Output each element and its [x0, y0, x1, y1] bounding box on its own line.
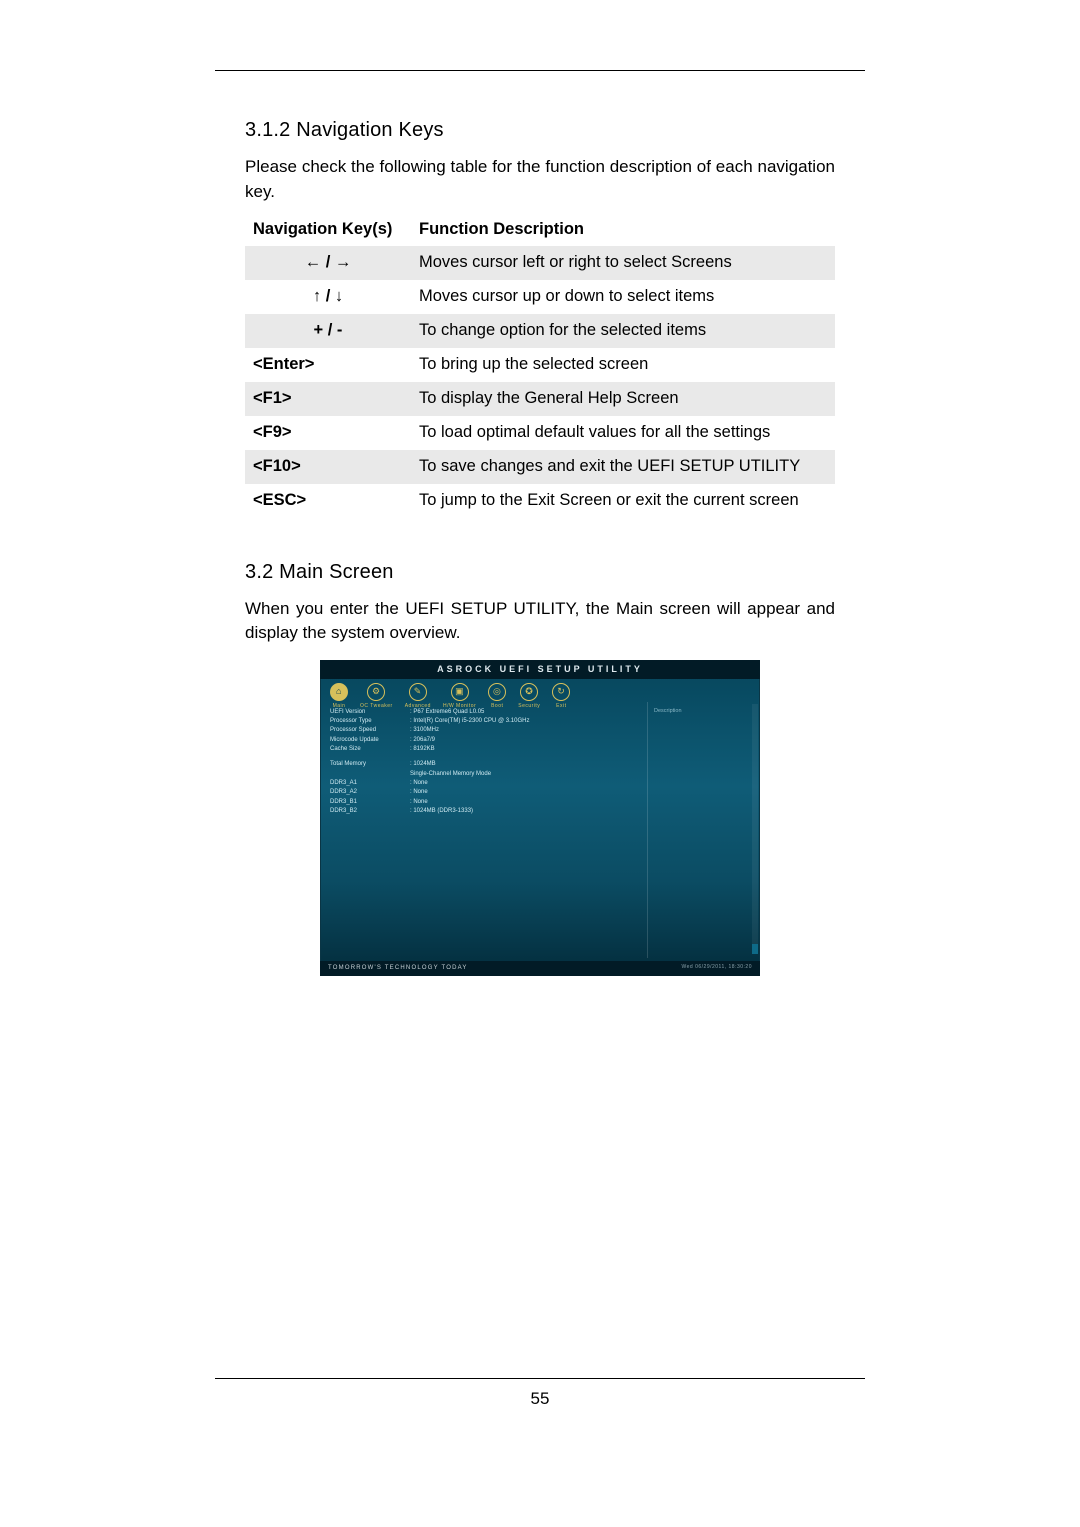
uefi-scrollbar	[752, 704, 758, 954]
uefi-info-row: Processor Type: Intel(R) Core(TM) i5-230…	[330, 717, 637, 726]
nav-key-cell: <F10>	[245, 450, 411, 484]
uefi-info-row: Microcode Update: 206a7/9	[330, 736, 637, 745]
nav-key-cell: <ESC>	[245, 484, 411, 518]
nav-desc-cell: Moves cursor left or right to select Scr…	[411, 246, 835, 280]
nav-desc-cell: To load optimal default values for all t…	[411, 416, 835, 450]
uefi-right-desc: Description	[654, 708, 754, 716]
nav-desc-cell: To display the General Help Screen	[411, 382, 835, 416]
uefi-info-row: Total Memory: 1024MB	[330, 760, 637, 769]
nav-key-cell: ↑ / ↓	[245, 280, 411, 314]
uefi-info-row: DDR3_B2: 1024MB (DDR3-1333)	[330, 807, 637, 816]
table-row: <Enter>To bring up the selected screen	[245, 348, 835, 382]
tab-icon: ✪	[520, 683, 538, 701]
tab-icon: ⌂	[330, 683, 348, 701]
nav-key-cell: <F9>	[245, 416, 411, 450]
tab-icon: ◎	[488, 683, 506, 701]
uefi-info-row: DDR3_B1: None	[330, 798, 637, 807]
table-row: <F9>To load optimal default values for a…	[245, 416, 835, 450]
intro-3-2: When you enter the UEFI SETUP UTILITY, t…	[245, 597, 835, 646]
uefi-footer-right: Wed 06/29/2011, 18:30:20	[682, 964, 752, 973]
uefi-footer-left: TOMORROW'S TECHNOLOGY TODAY	[328, 964, 468, 973]
nav-key-cell: <F1>	[245, 382, 411, 416]
table-row: <ESC>To jump to the Exit Screen or exit …	[245, 484, 835, 518]
uefi-info-row: Single-Channel Memory Mode	[330, 770, 637, 779]
uefi-info-row: DDR3_A1: None	[330, 779, 637, 788]
table-row: + / -To change option for the selected i…	[245, 314, 835, 348]
nav-desc-cell: To jump to the Exit Screen or exit the c…	[411, 484, 835, 518]
uefi-info-row: UEFI Version: P67 Extreme6 Quad L0.05	[330, 708, 637, 717]
th-func-desc: Function Description	[411, 214, 835, 246]
heading-3-1-2: 3.1.2 Navigation Keys	[245, 116, 835, 145]
uefi-info-row: Cache Size: 8192KB	[330, 745, 637, 754]
nav-key-cell: <Enter>	[245, 348, 411, 382]
bottom-rule	[215, 1378, 865, 1379]
page-number: 55	[0, 1389, 1080, 1409]
th-nav-keys: Navigation Key(s)	[245, 214, 411, 246]
tab-icon: ✎	[409, 683, 427, 701]
nav-key-cell: ← / →	[245, 246, 411, 280]
table-row: <F10>To save changes and exit the UEFI S…	[245, 450, 835, 484]
uefi-title: ASROCK UEFI SETUP UTILITY	[320, 660, 760, 679]
table-row: <F1>To display the General Help Screen	[245, 382, 835, 416]
tab-icon: ⚙	[367, 683, 385, 701]
navigation-keys-table: Navigation Key(s) Function Description ←…	[245, 214, 835, 517]
uefi-screenshot: ASROCK UEFI SETUP UTILITY ⌂Main⚙OC Tweak…	[320, 660, 760, 976]
nav-desc-cell: To change option for the selected items	[411, 314, 835, 348]
uefi-info-row: DDR3_A2: None	[330, 788, 637, 797]
tab-icon: ▣	[451, 683, 469, 701]
nav-desc-cell: To save changes and exit the UEFI SETUP …	[411, 450, 835, 484]
nav-key-cell: + / -	[245, 314, 411, 348]
table-row: ← / →Moves cursor left or right to selec…	[245, 246, 835, 280]
nav-desc-cell: Moves cursor up or down to select items	[411, 280, 835, 314]
table-row: ↑ / ↓Moves cursor up or down to select i…	[245, 280, 835, 314]
tab-icon: ↻	[552, 683, 570, 701]
uefi-info-row: Processor Speed: 3100MHz	[330, 726, 637, 735]
intro-3-1-2: Please check the following table for the…	[245, 155, 835, 204]
heading-3-2: 3.2 Main Screen	[245, 558, 835, 587]
nav-desc-cell: To bring up the selected screen	[411, 348, 835, 382]
